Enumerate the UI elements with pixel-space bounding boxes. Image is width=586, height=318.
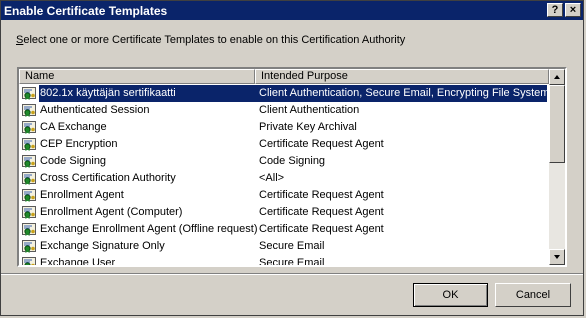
instruction-text: Select one or more Certificate Templates… bbox=[16, 34, 405, 46]
certificate-template-icon bbox=[21, 205, 37, 220]
close-button[interactable]: × bbox=[565, 3, 581, 17]
template-purpose: Certificate Request Agent bbox=[259, 189, 384, 201]
list-item[interactable]: Cross Certification Authority <All> bbox=[19, 170, 549, 187]
template-list[interactable]: Name Intended Purpose 802.1x käyttäjän s… bbox=[17, 67, 567, 267]
list-item[interactable]: CA Exchange Private Key Archival bbox=[19, 119, 549, 136]
list-header: Name Intended Purpose bbox=[19, 69, 549, 84]
certificate-template-icon bbox=[21, 239, 37, 254]
template-purpose: Certificate Request Agent bbox=[259, 206, 384, 218]
template-name: Enrollment Agent bbox=[40, 189, 124, 201]
template-name: 802.1x käyttäjän sertifikaatti bbox=[40, 87, 176, 99]
template-name: Exchange Enrollment Agent (Offline reque… bbox=[40, 223, 258, 235]
scroll-up-button[interactable] bbox=[549, 69, 565, 85]
list-item[interactable]: CEP Encryption Certificate Request Agent bbox=[19, 136, 549, 153]
arrow-down-icon bbox=[554, 255, 560, 259]
template-purpose: <All> bbox=[259, 172, 285, 184]
template-purpose: Secure Email bbox=[259, 240, 325, 252]
template-name: CA Exchange bbox=[40, 121, 107, 133]
separator-highlight bbox=[1, 274, 583, 275]
template-name: Code Signing bbox=[40, 155, 107, 167]
list-item[interactable]: Enrollment Agent (Computer) Certificate R… bbox=[19, 204, 549, 221]
certificate-template-icon bbox=[21, 86, 37, 101]
scroll-thumb[interactable] bbox=[549, 85, 565, 163]
certificate-template-icon bbox=[21, 222, 37, 237]
certificate-template-icon bbox=[21, 256, 37, 265]
column-header-purpose[interactable]: Intended Purpose bbox=[255, 69, 549, 84]
list-item[interactable]: Exchange Signature Only Secure Email bbox=[19, 238, 549, 255]
list-rows: 802.1x käyttäjän sertifikaatti Client Aut… bbox=[19, 85, 549, 267]
list-item[interactable]: Exchange Enrollment Agent (Offline reque… bbox=[19, 221, 549, 238]
template-purpose: Client Authentication bbox=[259, 104, 360, 116]
list-item[interactable]: Authenticated Session Client Authenticati… bbox=[19, 102, 549, 119]
dialog-window: Enable Certificate Templates ? × Select … bbox=[0, 0, 584, 316]
certificate-template-icon bbox=[21, 154, 37, 169]
certificate-template-icon bbox=[21, 171, 37, 186]
certificate-template-icon bbox=[21, 137, 37, 152]
list-item[interactable]: Exchange User Secure Email bbox=[19, 255, 549, 267]
instruction-rest: elect one or more Certificate Templates … bbox=[23, 34, 406, 46]
cancel-button[interactable]: Cancel bbox=[495, 283, 571, 307]
arrow-up-icon bbox=[554, 75, 560, 79]
scroll-down-button[interactable] bbox=[549, 249, 565, 265]
template-purpose: Code Signing bbox=[259, 155, 326, 167]
template-purpose: Certificate Request Agent bbox=[259, 138, 384, 150]
title-bar[interactable]: Enable Certificate Templates ? × bbox=[1, 1, 583, 21]
template-name: Authenticated Session bbox=[40, 104, 150, 116]
column-header-name[interactable]: Name bbox=[19, 69, 255, 84]
list-item[interactable]: 802.1x käyttäjän sertifikaatti Client Aut… bbox=[19, 85, 549, 102]
template-purpose: Client Authentication, Secure Email, Enc… bbox=[259, 87, 550, 99]
certificate-template-icon bbox=[21, 188, 37, 203]
list-item[interactable]: Enrollment Agent Certificate Request Agen… bbox=[19, 187, 549, 204]
template-name: Cross Certification Authority bbox=[40, 172, 176, 184]
ok-button[interactable]: OK bbox=[413, 283, 488, 307]
template-purpose: Private Key Archival bbox=[259, 121, 357, 133]
template-name: Enrollment Agent (Computer) bbox=[40, 206, 183, 218]
template-name: Exchange User bbox=[40, 257, 116, 267]
template-name: CEP Encryption bbox=[40, 138, 118, 150]
vertical-scrollbar[interactable] bbox=[549, 69, 565, 265]
certificate-template-icon bbox=[21, 120, 37, 135]
help-button[interactable]: ? bbox=[547, 3, 563, 17]
certificate-template-icon bbox=[21, 103, 37, 118]
template-name: Exchange Signature Only bbox=[40, 240, 165, 252]
template-purpose: Secure Email bbox=[259, 257, 325, 267]
list-item[interactable]: Code Signing Code Signing bbox=[19, 153, 549, 170]
template-purpose: Certificate Request Agent bbox=[259, 223, 384, 235]
window-title: Enable Certificate Templates bbox=[4, 4, 168, 18]
